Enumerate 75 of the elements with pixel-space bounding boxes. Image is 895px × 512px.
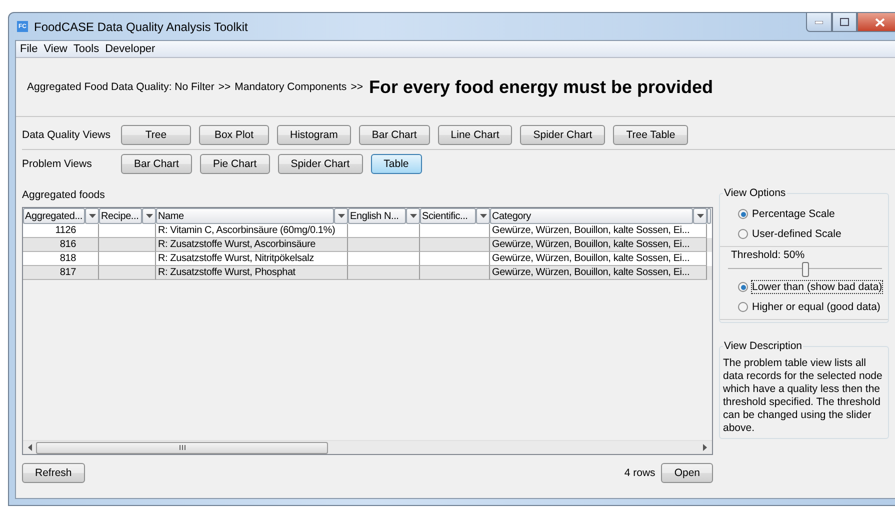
column-header[interactable]: Name (156, 208, 334, 224)
view-button[interactable]: Tree Table (613, 125, 688, 145)
table-cell (348, 266, 420, 280)
open-button[interactable]: Open (661, 463, 713, 483)
breadcrumb-separator: >> (218, 81, 231, 93)
group-title: View Description (723, 340, 804, 352)
scroll-right-icon[interactable] (702, 444, 708, 451)
minimize-icon (815, 20, 823, 24)
filter-dropdown[interactable] (476, 208, 490, 224)
caret-icon (338, 214, 344, 218)
scrollbar-thumb[interactable] (36, 442, 328, 454)
close-icon (874, 18, 884, 26)
menu-item[interactable]: File (20, 43, 38, 55)
breadcrumb-item: Aggregated Food Data Quality: No Filter (27, 81, 214, 93)
radio-button[interactable] (738, 229, 748, 239)
filter-dropdown[interactable] (85, 208, 99, 224)
grip-icon (178, 445, 186, 450)
view-button[interactable]: Table (370, 154, 422, 174)
row-count: 4 rows (624, 467, 656, 479)
table-title: Aggregated foods (22, 189, 106, 201)
view-button[interactable]: Bar Chart (358, 125, 430, 145)
caret-icon (146, 214, 152, 218)
view-button[interactable]: Spider Chart (278, 154, 363, 174)
view-button[interactable]: Pie Chart (200, 154, 270, 174)
filter-dropdown[interactable] (142, 208, 156, 224)
close-button[interactable] (857, 13, 895, 32)
filter-dropdown[interactable] (334, 208, 348, 224)
group-title: View Options (723, 187, 787, 199)
window-title: FoodCASE Data Quality Analysis Toolkit (34, 20, 248, 34)
group-label: Data Quality Views (22, 129, 112, 141)
table-cell: R: Zusatzstoffe Wurst, Phosphat (156, 266, 348, 280)
scroll-left-icon[interactable] (27, 444, 33, 451)
refresh-button[interactable]: Refresh (22, 463, 85, 483)
threshold-slider[interactable] (802, 262, 809, 277)
menu-item[interactable]: Developer (105, 43, 156, 55)
minimize-button[interactable] (806, 13, 832, 32)
filter-dropdown[interactable] (693, 208, 707, 224)
table-cell: 817 (23, 266, 99, 280)
radio-label[interactable]: Higher or equal (good data) (752, 301, 880, 313)
column-header[interactable]: Recipe... (99, 208, 142, 224)
radio-button[interactable] (738, 209, 748, 219)
column-header[interactable]: Category (490, 208, 693, 224)
menu-item[interactable]: View (44, 43, 68, 55)
maximize-icon (840, 18, 849, 26)
maximize-button[interactable] (832, 13, 857, 32)
table-cell (99, 266, 156, 280)
rule-heading: For every food energy must be provided (368, 76, 714, 98)
view-button[interactable]: Box Plot (199, 125, 269, 145)
radio-label[interactable]: Percentage Scale (752, 208, 835, 220)
caret-icon (88, 214, 96, 218)
radio-button[interactable] (738, 302, 748, 312)
description-text: The problem table view lists all data records for the selected node which have a quality less then the threshold specified. The threshold can be changed using the slider above. (722, 357, 884, 436)
view-button[interactable]: Line Chart (438, 125, 512, 145)
table-cell: Gewürze, Würzen, Bouillon, kalte Sossen, Ei... (490, 266, 707, 280)
horizontal-scrollbar[interactable] (23, 440, 712, 454)
radio-label[interactable]: User-defined Scale (752, 228, 842, 240)
radio-button[interactable] (738, 282, 748, 292)
view-button[interactable]: Bar Chart (121, 154, 192, 174)
filter-dropdown[interactable] (406, 208, 420, 224)
breadcrumb-item: Mandatory Components (234, 81, 347, 93)
column-header[interactable]: Aggregated... (23, 208, 85, 224)
view-button[interactable]: Spider Chart (520, 125, 606, 145)
group-label: Problem Views (22, 158, 93, 170)
view-button[interactable]: Tree (121, 125, 191, 145)
caret-icon (696, 214, 704, 218)
radio-label[interactable]: Lower than (show bad data) (752, 281, 882, 293)
breadcrumb-separator: >> (350, 81, 363, 93)
caret-icon (410, 214, 416, 218)
table-cell (420, 266, 490, 280)
view-button[interactable]: Histogram (277, 125, 351, 145)
caret-icon (480, 214, 486, 218)
column-header[interactable]: Scientific... (420, 208, 476, 224)
column-header[interactable]: English N... (348, 208, 406, 224)
threshold-label: Threshold: 50% (730, 249, 805, 261)
menu-item[interactable]: Tools (73, 43, 100, 55)
